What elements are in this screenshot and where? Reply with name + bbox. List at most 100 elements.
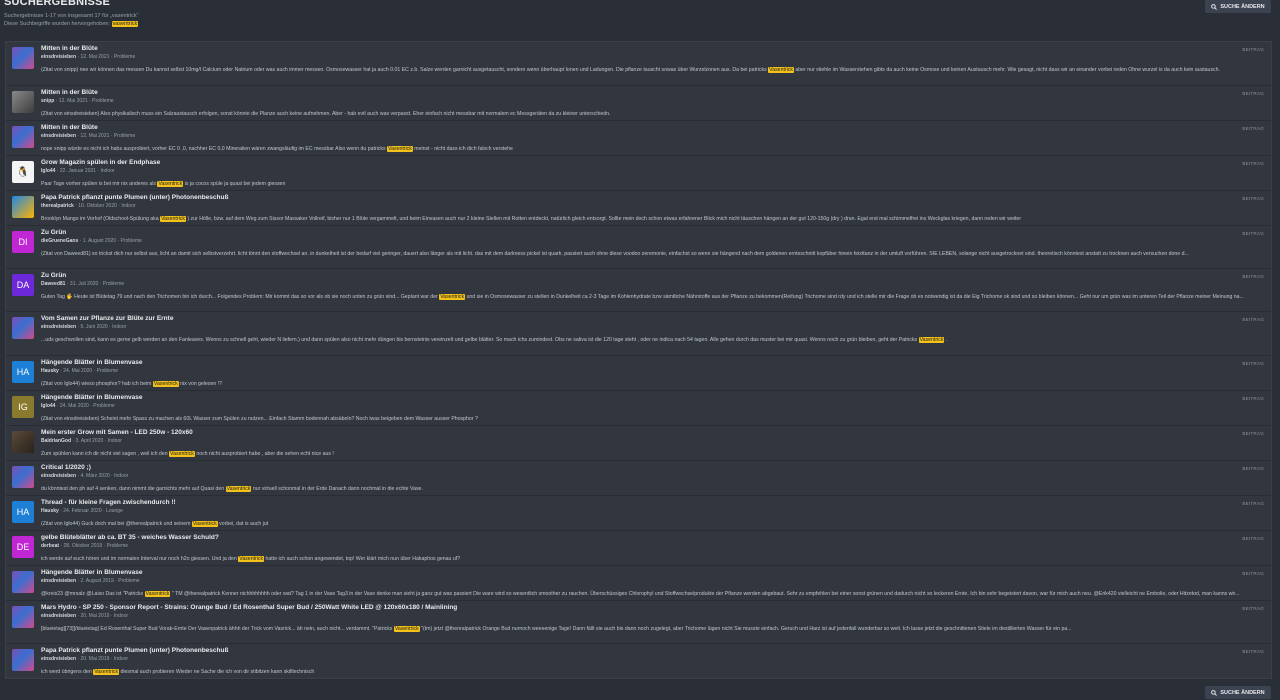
- avatar[interactable]: [12, 466, 34, 488]
- search-highlight: Vasentrick: [768, 67, 794, 73]
- result-row[interactable]: Papa Patrick pflanzt punte Plumen (unter…: [6, 191, 1271, 226]
- result-author[interactable]: einsdreisieben: [41, 656, 76, 662]
- avatar[interactable]: DI: [12, 231, 34, 253]
- result-forum[interactable]: Indoor: [121, 203, 135, 209]
- result-forum[interactable]: Indoor: [114, 656, 128, 662]
- result-title[interactable]: Vom Samen zur Pflanze zur Blüte zur Ernt…: [41, 315, 173, 322]
- result-author[interactable]: snipp: [41, 98, 54, 104]
- content-type-tag: BEITRAG: [1242, 606, 1264, 611]
- result-title[interactable]: Zu Grün: [41, 272, 66, 279]
- result-forum[interactable]: Probleme: [114, 133, 135, 139]
- result-title[interactable]: Mitten in der Blüte: [41, 124, 98, 131]
- result-forum[interactable]: Lounge: [106, 508, 123, 514]
- snippet-text: (Zitat von einsdreisieben) Scheint mehr …: [41, 416, 478, 422]
- result-author[interactable]: Hausky: [41, 508, 59, 514]
- result-title[interactable]: Mars Hydro - SP 250 - Sponsor Report - S…: [41, 604, 457, 611]
- avatar[interactable]: DA: [12, 274, 34, 296]
- result-row[interactable]: Mein erster Grow mit Samen - LED 250w - …: [6, 426, 1271, 461]
- result-author[interactable]: Iglo44: [41, 168, 55, 174]
- result-title[interactable]: Mitten in der Blüte: [41, 89, 98, 96]
- avatar[interactable]: [12, 47, 34, 69]
- result-forum[interactable]: Probleme: [114, 54, 135, 60]
- avatar[interactable]: [12, 91, 34, 113]
- result-author[interactable]: einsdreisieben: [41, 133, 76, 139]
- search-highlight: Vasentrick: [152, 381, 179, 387]
- result-title[interactable]: Critical 1/2020 ;): [41, 464, 91, 471]
- result-row[interactable]: Vom Samen zur Pflanze zur Blüte zur Ernt…: [6, 312, 1271, 356]
- result-author[interactable]: Iglo44: [41, 403, 55, 409]
- avatar[interactable]: [12, 126, 34, 148]
- result-title[interactable]: gelbe Blüteblätter ab ca. BT 35 - weiche…: [41, 534, 219, 541]
- result-author[interactable]: derbeat: [41, 543, 59, 549]
- result-forum[interactable]: Indoor: [112, 324, 126, 330]
- result-title[interactable]: Mein erster Grow mit Samen - LED 250w - …: [41, 429, 193, 436]
- result-row[interactable]: HA Hängende Blätter in Blumenvase Hausky ·…: [6, 356, 1271, 391]
- result-row[interactable]: IG Hängende Blätter in Blumenvase Iglo44 ·…: [6, 391, 1271, 426]
- result-author[interactable]: einsdreisieben: [41, 613, 76, 619]
- result-title[interactable]: Hängende Blätter in Blumenvase: [41, 569, 143, 576]
- result-date: 12. Mai 2021: [58, 98, 88, 104]
- change-search-button-top[interactable]: SUCHE ÄNDERN: [1205, 0, 1271, 13]
- result-row[interactable]: Mitten in der Blüte einsdreisieben · 12. …: [6, 42, 1271, 86]
- result-row[interactable]: Mitten in der Blüte einsdreisieben · 12. …: [6, 121, 1271, 156]
- result-forum[interactable]: Probleme: [97, 368, 118, 374]
- result-forum[interactable]: Indoor: [114, 613, 128, 619]
- search-highlight: Vasentrick: [157, 181, 184, 187]
- result-author[interactable]: dieGrueneGans: [41, 238, 78, 244]
- result-author[interactable]: Hausky: [41, 368, 59, 374]
- result-title[interactable]: Thread - für kleine Fragen zwischendurch…: [41, 499, 176, 506]
- result-row[interactable]: DA Zu Grün Daweed81 · 31. Juli 2020 · Prob…: [6, 269, 1271, 312]
- snippet-text: du könntest den ph auf 4 senken, dann ni…: [41, 486, 226, 492]
- result-author[interactable]: einsdreisieben: [41, 324, 76, 330]
- results-list: Mitten in der Blüte einsdreisieben · 12. …: [5, 41, 1272, 680]
- result-row[interactable]: HA Thread - für kleine Fragen zwischendur…: [6, 496, 1271, 531]
- result-author[interactable]: einsdreisieben: [41, 473, 76, 479]
- avatar[interactable]: [12, 431, 34, 453]
- result-row[interactable]: Critical 1/2020 ;) einsdreisieben · 4. Mä…: [6, 461, 1271, 496]
- result-snippet: nope snipp würde es nicht ich habs auspr…: [41, 145, 1263, 154]
- avatar[interactable]: [12, 196, 34, 218]
- result-title[interactable]: Mitten in der Blüte: [41, 45, 98, 52]
- result-row[interactable]: 🐧 Grow Magazin spülen in der Endphase Iglo…: [6, 156, 1271, 191]
- result-forum[interactable]: Probleme: [121, 238, 142, 244]
- result-forum[interactable]: Probleme: [118, 578, 139, 584]
- result-row[interactable]: Papa Patrick pflanzt punte Plumen (unter…: [6, 644, 1271, 680]
- avatar[interactable]: [12, 606, 34, 628]
- result-title[interactable]: Hängende Blätter in Blumenvase: [41, 394, 143, 401]
- change-search-button-bottom[interactable]: SUCHE ÄNDERN: [1205, 686, 1271, 699]
- result-forum[interactable]: Probleme: [103, 281, 124, 287]
- result-forum[interactable]: Probleme: [92, 98, 113, 104]
- result-author[interactable]: einsdreisieben: [41, 54, 76, 60]
- avatar[interactable]: [12, 649, 34, 671]
- result-row[interactable]: Mars Hydro - SP 250 - Sponsor Report - S…: [6, 601, 1271, 644]
- avatar[interactable]: HA: [12, 501, 34, 523]
- avatar[interactable]: 🐧: [12, 161, 34, 183]
- snippet-text: diesmal auch probieren Wieder ne Sache d…: [119, 669, 315, 675]
- result-row[interactable]: DE gelbe Blüteblätter ab ca. BT 35 - weic…: [6, 531, 1271, 566]
- result-author[interactable]: therealpatrick: [41, 203, 74, 209]
- result-forum[interactable]: Indoor: [114, 473, 128, 479]
- avatar[interactable]: DE: [12, 536, 34, 558]
- result-row[interactable]: Mitten in der Blüte snipp · 12. Mai 2021 …: [6, 86, 1271, 121]
- result-author[interactable]: einsdreisieben: [41, 578, 76, 584]
- search-highlight: Vasentrick: [225, 486, 252, 492]
- result-title[interactable]: Zu Grün: [41, 229, 66, 236]
- result-title[interactable]: Papa Patrick pflanzt punte Plumen (unter…: [41, 647, 228, 654]
- content-type-tag: BEITRAG: [1242, 501, 1264, 506]
- result-forum[interactable]: Probleme: [93, 403, 114, 409]
- result-forum[interactable]: Indoor: [101, 168, 115, 174]
- result-title[interactable]: Grow Magazin spülen in der Endphase: [41, 159, 160, 166]
- result-author[interactable]: Daweed81: [41, 281, 65, 287]
- avatar[interactable]: HA: [12, 361, 34, 383]
- search-highlight: Vasentrick: [169, 451, 195, 457]
- result-row[interactable]: DI Zu Grün dieGrueneGans · 1. August 2020 …: [6, 226, 1271, 269]
- avatar[interactable]: [12, 317, 34, 339]
- result-forum[interactable]: Probleme: [107, 543, 128, 549]
- avatar[interactable]: [12, 571, 34, 593]
- avatar[interactable]: IG: [12, 396, 34, 418]
- result-author[interactable]: BaldrianGod: [41, 438, 71, 444]
- result-title[interactable]: Papa Patrick pflanzt punte Plumen (unter…: [41, 194, 228, 201]
- result-forum[interactable]: Indoor: [108, 438, 122, 444]
- result-title[interactable]: Hängende Blätter in Blumenvase: [41, 359, 143, 366]
- result-row[interactable]: Hängende Blätter in Blumenvase einsdreisi…: [6, 566, 1271, 601]
